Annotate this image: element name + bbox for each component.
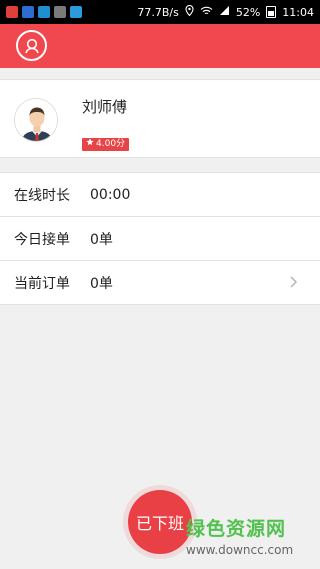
battery-icon <box>266 6 277 18</box>
app-notification-icon <box>6 6 18 18</box>
status-bar: 77.7B/s 52% 11:04 <box>0 0 320 24</box>
rating-badge: 4.00分 <box>82 138 130 151</box>
cloud-notification-icon <box>70 6 82 18</box>
off-duty-button[interactable]: 已下班 <box>128 490 192 554</box>
row-label: 在线时长 <box>14 187 70 204</box>
location-icon <box>185 4 194 19</box>
star-icon <box>86 138 94 151</box>
row-label: 今日接单 <box>14 231 70 248</box>
watermark-url: www.downcc.com <box>186 543 294 557</box>
clock: 11:04 <box>282 5 314 19</box>
today-orders-row: 今日接单 0单 <box>0 217 320 261</box>
notification-icons <box>6 6 82 18</box>
watermark: 绿色资源网 www.downcc.com <box>186 514 316 557</box>
rating-value: 4.00分 <box>96 139 126 149</box>
app-notification-icon <box>38 6 50 18</box>
stats-list: 在线时长 00:00 今日接单 0单 当前订单 0单 <box>0 172 320 305</box>
wifi-icon <box>200 6 213 19</box>
battery-percent: 52% <box>235 5 261 19</box>
chevron-right-icon <box>286 275 300 289</box>
signal-icon <box>219 5 230 19</box>
online-duration-row: 在线时长 00:00 <box>0 173 320 217</box>
driver-avatar <box>14 98 58 142</box>
network-speed: 77.7B/s <box>137 5 179 19</box>
app-header <box>0 24 320 68</box>
row-value: 00:00 <box>90 186 131 203</box>
watermark-title: 绿色资源网 <box>186 518 287 540</box>
app-notification-icon <box>54 6 66 18</box>
app-notification-icon <box>22 6 34 18</box>
driver-profile-card[interactable]: 刘师傅 4.00分 <box>0 79 320 158</box>
driver-name: 刘师傅 <box>82 98 128 116</box>
user-avatar-icon[interactable] <box>16 30 47 61</box>
row-value: 0单 <box>90 231 113 248</box>
current-orders-row[interactable]: 当前订单 0单 <box>0 261 320 305</box>
row-value: 0单 <box>90 275 113 292</box>
row-label: 当前订单 <box>14 275 70 292</box>
